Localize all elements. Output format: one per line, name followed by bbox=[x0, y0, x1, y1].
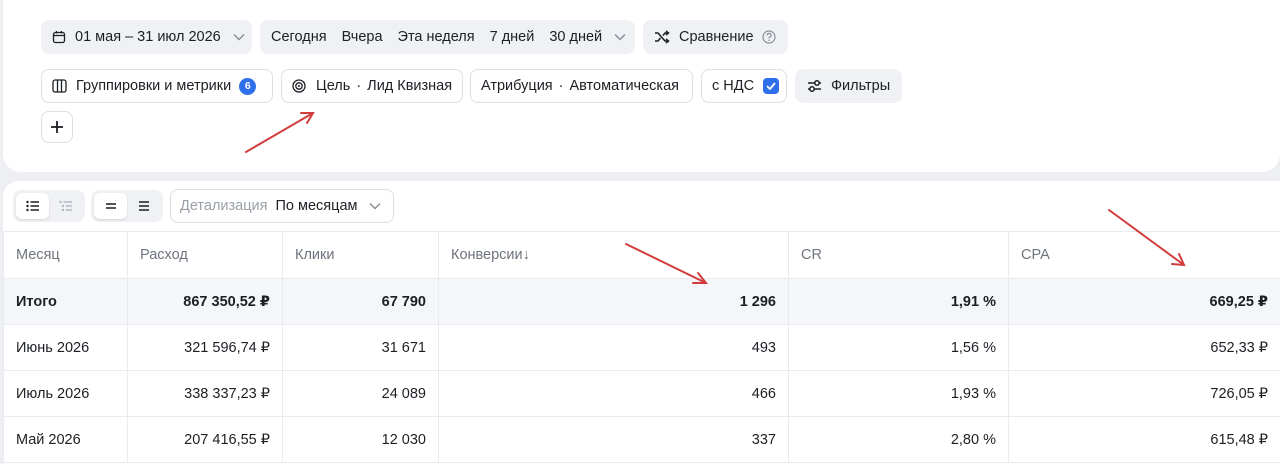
table-header-row: Месяц Расход Клики Конверсии↓ CR CPA bbox=[3, 231, 1280, 279]
vat-toggle[interactable]: с НДС bbox=[701, 69, 787, 103]
cell-month: Июль 2026 bbox=[3, 370, 128, 417]
row-density-toggle bbox=[91, 190, 163, 222]
detail-value: По месяцам bbox=[275, 198, 358, 214]
compare-button[interactable]: Сравнение bbox=[643, 20, 788, 54]
columns-icon bbox=[52, 79, 67, 93]
attribution-value: Автоматическая bbox=[569, 78, 680, 94]
help-icon[interactable] bbox=[761, 30, 776, 44]
groupings-count-badge: 6 bbox=[239, 77, 257, 95]
column-header-clicks[interactable]: Клики bbox=[282, 231, 439, 279]
cell-conversions: 337 bbox=[438, 416, 789, 463]
attribution-selector[interactable]: Атрибуция · Автоматическая bbox=[470, 69, 693, 103]
calendar-icon bbox=[52, 31, 66, 44]
cell-spend: 207 416,55 ₽ bbox=[127, 416, 283, 463]
attribution-separator: · bbox=[558, 78, 564, 94]
attribution-label: Атрибуция bbox=[481, 78, 553, 94]
expanded-rows-icon bbox=[138, 201, 149, 211]
goal-value: Лид Квизная bbox=[367, 78, 453, 94]
total-clicks: 67 790 bbox=[282, 278, 439, 325]
chevron-down-icon[interactable] bbox=[614, 33, 626, 41]
date-range-picker[interactable]: 01 мая – 31 июл 2026 bbox=[41, 20, 252, 54]
compact-rows-button[interactable] bbox=[94, 193, 127, 219]
cell-cpa: 726,05 ₽ bbox=[1008, 370, 1280, 417]
goal-label: Цель bbox=[316, 78, 351, 94]
cell-cpa: 652,33 ₽ bbox=[1008, 324, 1280, 371]
column-header-month[interactable]: Месяц bbox=[3, 231, 128, 279]
vat-checkbox[interactable] bbox=[763, 78, 780, 94]
view-mode-toggle bbox=[13, 190, 85, 222]
target-icon bbox=[292, 79, 306, 93]
total-cpa: 669,25 ₽ bbox=[1008, 278, 1280, 325]
period-this-week[interactable]: Эта неделя bbox=[398, 29, 475, 45]
cell-conversions: 493 bbox=[438, 324, 789, 371]
period-yesterday[interactable]: Вчера bbox=[342, 29, 383, 45]
add-button[interactable] bbox=[41, 111, 73, 143]
detail-select[interactable]: Детализация По месяцам bbox=[170, 189, 394, 223]
column-header-conversions[interactable]: Конверсии↓ bbox=[438, 231, 789, 279]
cell-clicks: 24 089 bbox=[282, 370, 439, 417]
detail-label: Детализация bbox=[180, 198, 268, 214]
period-today[interactable]: Сегодня bbox=[271, 29, 327, 45]
compare-label: Сравнение bbox=[679, 29, 754, 45]
cell-cr: 1,93 % bbox=[788, 370, 1009, 417]
groupings-label: Группировки и метрики bbox=[76, 78, 232, 94]
table-row: Июль 2026 338 337,23 ₽ 24 089 466 1,93 %… bbox=[3, 370, 1280, 417]
report-table-panel: Детализация По месяцам Месяц Расход Клик… bbox=[3, 181, 1280, 464]
total-conversions: 1 296 bbox=[438, 278, 789, 325]
vat-label: с НДС bbox=[712, 78, 755, 94]
period-30-days[interactable]: 30 дней bbox=[549, 29, 602, 45]
table-total-row: Итого 867 350,52 ₽ 67 790 1 296 1,91 % 6… bbox=[3, 278, 1280, 325]
cell-cr: 1,56 % bbox=[788, 324, 1009, 371]
cell-clicks: 31 671 bbox=[282, 324, 439, 371]
list-view-button[interactable] bbox=[16, 193, 49, 219]
filters-label: Фильтры bbox=[831, 78, 891, 94]
groupings-metrics-button[interactable]: Группировки и метрики 6 bbox=[41, 69, 273, 103]
chevron-down-icon bbox=[233, 33, 245, 41]
chevron-down-icon bbox=[369, 202, 382, 210]
cell-spend: 321 596,74 ₽ bbox=[127, 324, 283, 371]
period-presets: Сегодня Вчера Эта неделя 7 дней 30 дней bbox=[260, 20, 635, 54]
cell-month: Июнь 2026 bbox=[3, 324, 128, 371]
nested-list-icon bbox=[58, 200, 72, 212]
shuffle-icon bbox=[655, 30, 670, 44]
compact-rows-icon bbox=[105, 203, 116, 209]
cell-conversions: 466 bbox=[438, 370, 789, 417]
cell-spend: 338 337,23 ₽ bbox=[127, 370, 283, 417]
goal-selector[interactable]: Цель · Лид Квизная bbox=[281, 69, 463, 103]
expanded-rows-button[interactable] bbox=[127, 193, 160, 219]
period-7-days[interactable]: 7 дней bbox=[490, 29, 535, 45]
tree-view-button[interactable] bbox=[49, 193, 82, 219]
sliders-icon bbox=[808, 80, 821, 92]
column-header-spend[interactable]: Расход bbox=[127, 231, 283, 279]
cell-clicks: 12 030 bbox=[282, 416, 439, 463]
cell-month: Май 2026 bbox=[3, 416, 128, 463]
column-header-cr[interactable]: CR bbox=[788, 231, 1009, 279]
total-cr: 1,91 % bbox=[788, 278, 1009, 325]
total-label: Итого bbox=[3, 278, 128, 325]
filters-button[interactable]: Фильтры bbox=[795, 69, 902, 103]
list-icon bbox=[25, 200, 39, 212]
plus-icon bbox=[51, 121, 63, 133]
total-spend: 867 350,52 ₽ bbox=[127, 278, 283, 325]
report-table: Месяц Расход Клики Конверсии↓ CR CPA Ито… bbox=[3, 231, 1280, 463]
checkmark-icon bbox=[766, 82, 776, 90]
table-row: Май 2026 207 416,55 ₽ 12 030 337 2,80 % … bbox=[3, 416, 1280, 463]
cell-cr: 2,80 % bbox=[788, 416, 1009, 463]
date-range-label: 01 мая – 31 июл 2026 bbox=[75, 29, 221, 45]
cell-cpa: 615,48 ₽ bbox=[1008, 416, 1280, 463]
table-row: Июнь 2026 321 596,74 ₽ 31 671 493 1,56 %… bbox=[3, 324, 1280, 371]
goal-separator: · bbox=[356, 78, 362, 94]
column-header-cpa[interactable]: CPA bbox=[1008, 231, 1280, 279]
